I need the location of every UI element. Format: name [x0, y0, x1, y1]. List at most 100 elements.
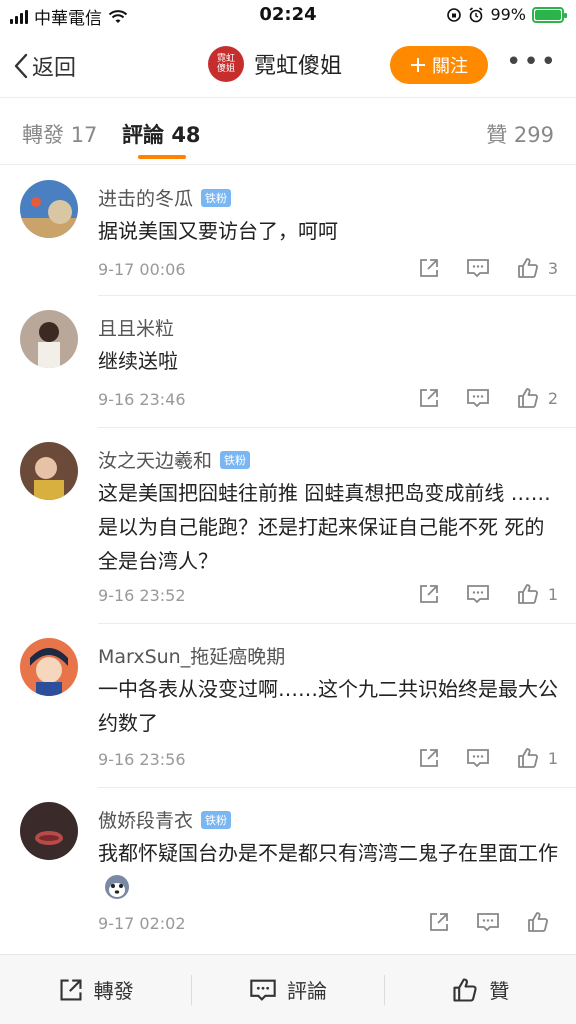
page-title: 霓虹傻姐 — [254, 54, 343, 79]
battery-icon — [532, 6, 567, 23]
author-name: 进击的冬瓜 — [98, 188, 194, 210]
repost-button[interactable]: 轉發 — [0, 975, 191, 1004]
comment-actions: 3 — [418, 256, 558, 280]
thumbs-up-icon — [517, 748, 538, 768]
comment-text: 一中各表从没变过啊……这个九二共识始终是最大公约数了 — [98, 677, 558, 735]
bottom-action-bar: 轉發 評論 贊 — [0, 954, 576, 1024]
nav-header: 返回 霓虹 傻姐 霓虹傻姐 關注 ••• — [0, 32, 576, 98]
share-icon — [419, 389, 438, 407]
comment-item: 傲娇段青衣 铁粉 我都怀疑国台办是不是都只有湾湾二鬼子在里面工作 9-17 02… — [0, 788, 576, 950]
tab-bar: 轉發 17 評論 48 贊 299 — [0, 99, 576, 165]
thumbs-up-icon — [528, 912, 548, 932]
comment-text: 继续送啦 — [98, 349, 178, 373]
follow-label: 關注 — [432, 56, 468, 77]
share-button[interactable] — [428, 911, 450, 933]
avatar-text: 霓虹 傻姐 — [216, 54, 235, 74]
thumbs-up-icon — [517, 584, 538, 604]
reply-button[interactable] — [466, 583, 490, 605]
back-button[interactable]: 返回 — [14, 50, 76, 82]
comment-time: 9-16 23:56 — [98, 750, 186, 769]
comment-author[interactable]: 汝之天边羲和 铁粉 — [98, 446, 251, 473]
comment-item: MarxSun_拖延癌晚期 一中各表从没变过啊……这个九二共识始终是最大公约数了… — [0, 624, 576, 788]
like-button[interactable]: 2 — [516, 386, 558, 410]
reply-button[interactable] — [466, 747, 490, 769]
status-right: 99% — [446, 5, 567, 24]
avatar[interactable] — [20, 180, 78, 238]
comment-time: 9-16 23:52 — [98, 586, 186, 605]
comment-actions: 1 — [418, 746, 558, 770]
author-name: 且且米粒 — [98, 318, 175, 340]
follow-button[interactable]: 關注 — [390, 46, 488, 84]
tab-repost[interactable]: 轉發 17 — [22, 119, 97, 149]
comment-icon — [477, 913, 499, 932]
like-button[interactable] — [526, 910, 558, 934]
share-button[interactable] — [418, 583, 440, 605]
share-button[interactable] — [418, 387, 440, 409]
comment-time: 9-16 23:46 — [98, 390, 186, 409]
avatar[interactable] — [20, 638, 78, 696]
tab-comment-count: 48 — [171, 123, 201, 147]
like-button[interactable]: 1 — [516, 746, 558, 770]
back-label: 返回 — [32, 56, 77, 81]
comment-time: 9-17 00:06 — [98, 260, 186, 279]
fan-badge: 铁粉 — [201, 810, 232, 829]
share-icon — [60, 978, 82, 1001]
like-button[interactable]: 1 — [516, 582, 558, 606]
fan-badge: 铁粉 — [220, 450, 251, 469]
like-count: 1 — [547, 748, 558, 768]
comment-text-body: 我都怀疑国台办是不是都只有湾湾二鬼子在里面工作 — [98, 841, 558, 865]
reply-button[interactable] — [466, 387, 490, 409]
plus-icon — [411, 58, 425, 72]
like-button[interactable]: 3 — [516, 256, 558, 280]
like-count: 3 — [547, 258, 558, 278]
comment-icon — [250, 979, 276, 1001]
comment-author[interactable]: 且且米粒 — [98, 314, 174, 341]
comment-actions: 1 — [418, 582, 558, 606]
reply-button[interactable] — [466, 257, 490, 279]
share-button[interactable] — [418, 257, 440, 279]
husky-emoji-icon — [105, 875, 129, 899]
comment-author[interactable]: MarxSun_拖延癌晚期 — [98, 642, 285, 669]
status-bar: 中華電信 02:24 99% — [0, 0, 576, 32]
battery-percent: 99% — [490, 5, 526, 24]
comment-item: 进击的冬瓜 铁粉 据说美国又要访台了，呵呵 9-17 00:06 3 — [0, 166, 576, 296]
comment-button[interactable]: 評論 — [192, 975, 383, 1004]
more-button[interactable]: ••• — [506, 49, 558, 75]
comment-author[interactable]: 傲娇段青衣 铁粉 — [98, 806, 232, 833]
share-button[interactable] — [418, 747, 440, 769]
avatar[interactable] — [20, 310, 78, 368]
comment-author[interactable]: 进击的冬瓜 铁粉 — [98, 184, 232, 211]
author-name: 傲娇段青衣 — [98, 810, 194, 832]
comment-actions: 2 — [418, 386, 558, 410]
comment-text: 我都怀疑国台办是不是都只有湾湾二鬼子在里面工作 — [98, 836, 558, 904]
comment-text: 据说美国又要访台了，呵呵 — [98, 219, 338, 243]
comment-icon — [466, 389, 489, 408]
reply-button[interactable] — [476, 911, 500, 933]
account-avatar[interactable]: 霓虹 傻姐 — [208, 46, 244, 82]
like-button[interactable]: 贊 — [385, 975, 576, 1004]
tab-like-label: 贊 — [486, 123, 508, 147]
comment-time: 9-17 02:02 — [98, 914, 186, 933]
thumbs-up-icon — [517, 388, 538, 408]
avatar[interactable] — [20, 802, 78, 860]
comment-list: 进击的冬瓜 铁粉 据说美国又要访台了，呵呵 9-17 00:06 3 且且米粒 … — [0, 166, 576, 950]
comment-actions — [428, 910, 558, 934]
tab-like[interactable]: 贊 299 — [486, 119, 554, 149]
comment-item: 汝之天边羲和 铁粉 这是美国把囧蛙往前推 囧蛙真想把岛变成前线 ……是以为自己能… — [0, 428, 576, 624]
repost-label: 轉發 — [93, 979, 134, 1003]
comment-icon — [466, 749, 489, 768]
tab-comment-label: 評論 — [122, 123, 164, 147]
alarm-icon — [469, 6, 483, 22]
orientation-lock-icon — [447, 7, 462, 22]
comment-icon — [466, 585, 489, 604]
avatar[interactable] — [20, 442, 78, 500]
author-name: 汝之天边羲和 — [98, 450, 213, 472]
active-tab-indicator — [138, 155, 186, 159]
like-label: 贊 — [489, 979, 510, 1003]
like-count: 1 — [547, 584, 558, 604]
tab-comment[interactable]: 評論 48 — [122, 119, 201, 149]
share-icon — [419, 585, 438, 603]
fan-badge: 铁粉 — [201, 188, 232, 207]
share-icon — [419, 749, 438, 767]
author-name: MarxSun_拖延癌晚期 — [98, 646, 286, 668]
